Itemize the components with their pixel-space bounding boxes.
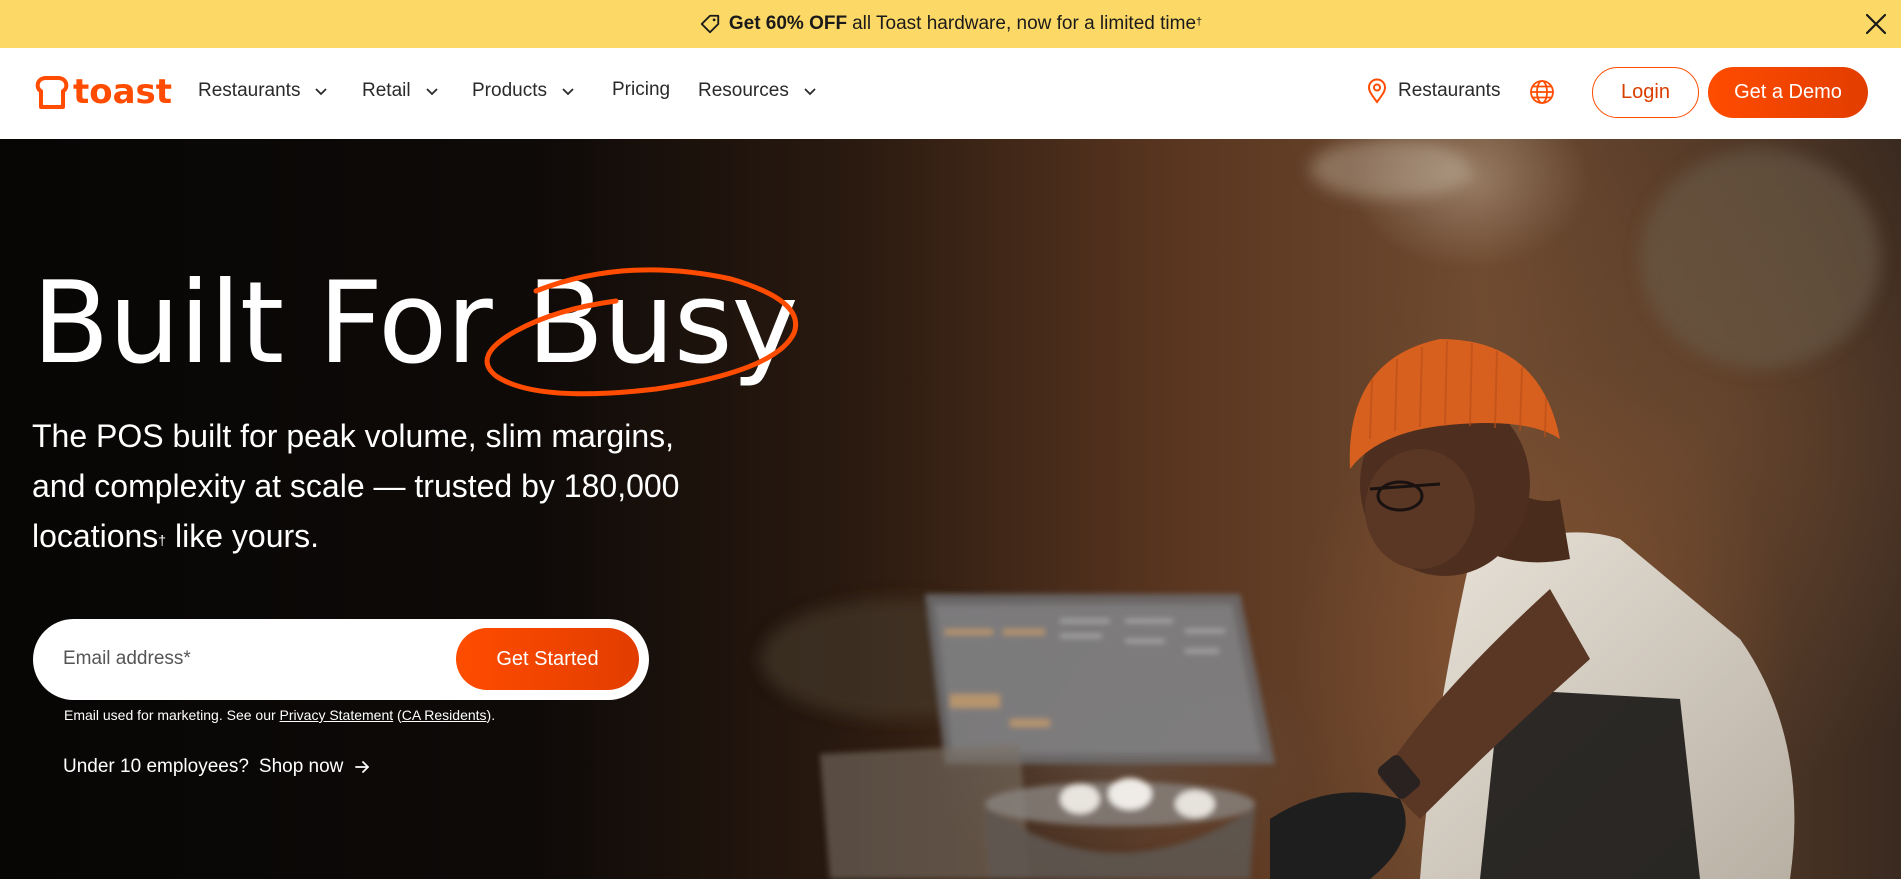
- top-navigation: toast Restaurants Retail Products Pricin…: [0, 48, 1901, 139]
- nav-resources[interactable]: Resources: [698, 80, 817, 102]
- subheading-dagger: †: [158, 532, 167, 548]
- promo-banner: Get 60% OFF all Toast hardware, now for …: [0, 0, 1901, 48]
- chevron-down-icon: [315, 88, 328, 96]
- nav-pricing[interactable]: Pricing: [612, 79, 670, 101]
- small-business-prompt: Under 10 employees? Shop now: [63, 756, 371, 778]
- globe-icon[interactable]: [1529, 79, 1555, 105]
- hero-section: Built For Busy The POS built for peak vo…: [0, 139, 1901, 879]
- email-disclaimer: Email used for marketing. See our Privac…: [64, 707, 495, 723]
- subheading-line-3: locations† like yours.: [32, 511, 752, 561]
- subheading-line-2: and complexity at scale — trusted by 180…: [32, 468, 680, 504]
- ca-residents-link[interactable]: CA Residents: [402, 707, 487, 723]
- chevron-down-icon: [562, 88, 574, 96]
- email-signup-form: Get Started: [33, 619, 649, 700]
- promo-text: all Toast hardware, now for a limited ti…: [852, 13, 1197, 34]
- hero-subheading: The POS built for peak volume, slim marg…: [32, 411, 752, 561]
- disclaimer-text: Email used for marketing. See our: [64, 707, 280, 723]
- nav-resources-label: Resources: [698, 80, 789, 101]
- nav-products[interactable]: Products: [472, 80, 575, 102]
- disclaimer-paren-close: ).: [486, 707, 496, 723]
- logo-wordmark: toast: [73, 72, 173, 112]
- privacy-statement-link[interactable]: Privacy Statement: [280, 707, 394, 723]
- nav-pricing-label: Pricing: [612, 79, 671, 100]
- login-button[interactable]: Login: [1592, 67, 1699, 118]
- email-input[interactable]: [63, 637, 443, 681]
- subheading-line-3-end: like yours.: [166, 518, 320, 554]
- shop-now-link[interactable]: Shop now: [259, 756, 372, 778]
- nav-products-label: Products: [472, 80, 547, 101]
- shop-now-label: Shop now: [258, 756, 344, 777]
- chevron-down-icon: [804, 88, 816, 96]
- arrow-right-icon: [355, 761, 370, 773]
- subheading-locations: locations: [32, 518, 159, 554]
- location-selector[interactable]: Restaurants: [1366, 78, 1500, 104]
- close-icon[interactable]: [1861, 9, 1891, 39]
- location-pin-icon: [1367, 78, 1387, 104]
- toast-logo-icon: [35, 76, 69, 109]
- headline-part-1: Built For: [32, 257, 493, 389]
- chevron-down-icon: [425, 88, 438, 96]
- promo-bold: Get 60% OFF: [728, 13, 848, 34]
- small-business-text: Under 10 employees?: [63, 756, 249, 777]
- location-label: Restaurants: [1398, 80, 1501, 101]
- nav-restaurants-label: Restaurants: [198, 80, 301, 101]
- hand-drawn-circle-icon: [484, 267, 798, 397]
- get-demo-button[interactable]: Get a Demo: [1708, 67, 1868, 118]
- subheading-line-1: The POS built for peak volume, slim marg…: [32, 418, 675, 454]
- nav-restaurants[interactable]: Restaurants: [198, 80, 328, 102]
- get-started-button[interactable]: Get Started: [456, 628, 639, 690]
- nav-retail-label: Retail: [362, 80, 411, 101]
- price-tag-icon: [700, 14, 720, 34]
- nav-retail[interactable]: Retail: [362, 80, 439, 102]
- promo-dagger: †: [1196, 16, 1203, 28]
- disclaimer-paren-open: (: [393, 707, 402, 723]
- toast-logo[interactable]: toast: [33, 72, 172, 112]
